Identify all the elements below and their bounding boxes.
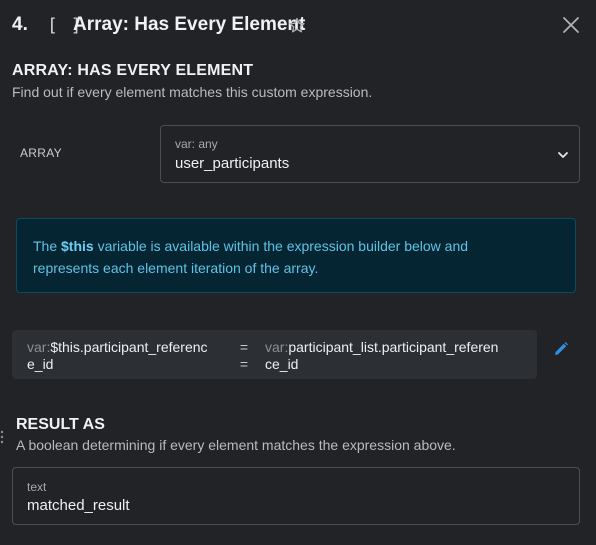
array-field-label: ARRAY xyxy=(20,146,62,160)
array-value: user_participants xyxy=(175,155,290,172)
edit-pencil-icon[interactable] xyxy=(553,341,569,357)
close-icon[interactable] xyxy=(560,14,582,36)
this-variable-highlight: $this xyxy=(61,238,94,254)
result-description: A boolean determining if every element m… xyxy=(16,437,456,453)
panel-header: 4. [ ] Array: Has Every Element xyxy=(12,12,584,40)
info-line-1: The $this variable is available within t… xyxy=(33,238,469,254)
info-line-2: represents each element iteration of the… xyxy=(33,260,319,276)
section-description: Find out if every element matches this c… xyxy=(12,84,373,100)
result-variable-field[interactable]: text matched_result xyxy=(12,467,580,525)
result-type-label: text xyxy=(27,480,47,494)
array-type-label: var: any xyxy=(175,137,218,151)
expression-operator: = = xyxy=(239,339,249,372)
chevron-down-icon xyxy=(557,148,569,160)
drag-handle-icon[interactable] xyxy=(0,430,4,444)
expression-right-operand: var:participant_list.participant_referen… xyxy=(265,339,499,372)
expression-left-operand: var:$this.participant_referenc e_id xyxy=(27,339,208,372)
result-title: RESULT AS xyxy=(16,416,105,433)
result-variable-name: matched_result xyxy=(27,497,130,514)
panel-title: Array: Has Every Element xyxy=(73,14,306,35)
expression-row[interactable]: var:$this.participant_referenc e_id = = … xyxy=(12,330,537,379)
array-select[interactable]: var: any user_participants xyxy=(160,125,580,183)
star-icon[interactable] xyxy=(288,14,306,36)
section-title: ARRAY: HAS EVERY ELEMENT xyxy=(12,62,254,79)
info-callout: The $this variable is available within t… xyxy=(16,218,576,293)
step-number: 4. xyxy=(12,14,28,35)
